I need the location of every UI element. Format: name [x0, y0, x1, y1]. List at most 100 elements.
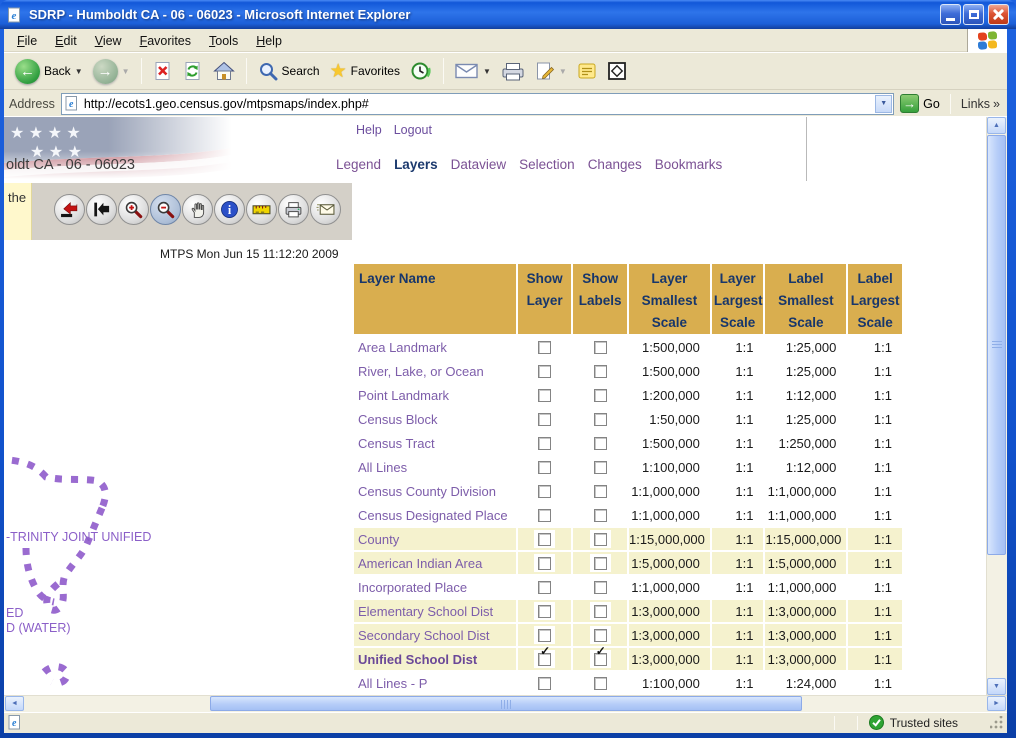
menu-item-view[interactable]: View: [86, 31, 131, 51]
tab-layers[interactable]: Layers: [394, 157, 438, 172]
show-labels-checkbox[interactable]: [594, 461, 607, 474]
show-layer-checkbox[interactable]: [538, 509, 551, 522]
show-layer-checkbox[interactable]: [538, 437, 551, 450]
discuss-button[interactable]: [574, 59, 600, 83]
checkbox-frame: [534, 482, 555, 500]
scroll-right-button[interactable]: ►: [987, 696, 1006, 711]
show-layer-checkbox[interactable]: [538, 389, 551, 402]
menu-item-file[interactable]: File: [8, 31, 46, 51]
vertical-scroll-thumb[interactable]: [987, 135, 1006, 555]
address-input[interactable]: e http://ecots1.geo.census.gov/mtpsmaps/…: [61, 93, 894, 115]
resize-grip[interactable]: [990, 716, 1003, 729]
tab-changes[interactable]: Changes: [588, 157, 642, 172]
show-layer-checkbox[interactable]: [538, 461, 551, 474]
initial-extent-button[interactable]: [54, 194, 85, 225]
show-labels-checkbox[interactable]: [594, 557, 607, 570]
print-icon: [501, 61, 525, 81]
address-url[interactable]: http://ecots1.geo.census.gov/mtpsmaps/in…: [84, 97, 871, 111]
show-layer-checkbox[interactable]: [538, 413, 551, 426]
measure-button[interactable]: [246, 194, 277, 225]
horizontal-scroll-thumb[interactable]: [210, 696, 802, 711]
menu-item-help[interactable]: Help: [247, 31, 291, 51]
refresh-button[interactable]: [180, 59, 206, 83]
links-button[interactable]: Links »: [961, 97, 1002, 111]
back-dropdown-icon[interactable]: ▼: [75, 67, 83, 76]
show-labels-checkbox[interactable]: [594, 653, 607, 666]
close-icon: [992, 8, 1005, 21]
favorites-button[interactable]: ★ Favorites: [327, 60, 403, 83]
show-layer-checkbox-cell: [518, 480, 572, 502]
minimize-button[interactable]: [940, 4, 961, 25]
back-button[interactable]: ← Back ▼: [12, 57, 86, 86]
show-layer-checkbox[interactable]: [538, 653, 551, 666]
table-row-all-lines-p: All Lines - P1:100,0001:11:24,0001:1: [354, 672, 902, 694]
logout-link[interactable]: Logout: [394, 123, 432, 137]
show-layer-checkbox[interactable]: [538, 557, 551, 570]
show-layer-checkbox[interactable]: [538, 365, 551, 378]
print-button[interactable]: [498, 59, 528, 83]
title-bar[interactable]: e SDRP - Humboldt CA - 06 - 06023 - Micr…: [0, 0, 1016, 29]
history-button[interactable]: [407, 59, 435, 83]
mail-button[interactable]: ▼: [452, 60, 494, 82]
close-button[interactable]: [988, 4, 1009, 25]
zoom-out-button[interactable]: [150, 194, 181, 225]
pan-button[interactable]: [182, 194, 213, 225]
menu-item-edit[interactable]: Edit: [46, 31, 86, 51]
home-button[interactable]: [210, 59, 238, 83]
menu-item-favorites[interactable]: Favorites: [131, 31, 200, 51]
show-labels-checkbox[interactable]: [594, 413, 607, 426]
scale-value-1: 1:1: [712, 360, 764, 382]
mail-dropdown-icon[interactable]: ▼: [483, 67, 491, 76]
tab-dataview[interactable]: Dataview: [451, 157, 507, 172]
forward-dropdown-icon[interactable]: ▼: [122, 67, 130, 76]
zoom-in-button[interactable]: [118, 194, 149, 225]
show-labels-checkbox[interactable]: [594, 677, 607, 690]
scroll-down-button[interactable]: ▼: [987, 678, 1006, 695]
scroll-left-button[interactable]: ◄: [5, 696, 24, 711]
forward-button[interactable]: → ▼: [90, 57, 133, 86]
stop-button[interactable]: [150, 59, 176, 83]
show-layer-checkbox[interactable]: [538, 605, 551, 618]
scale-value-2: 1:1,000,000: [765, 576, 846, 598]
show-labels-checkbox[interactable]: [594, 605, 607, 618]
show-labels-checkbox[interactable]: [594, 629, 607, 642]
show-layer-checkbox[interactable]: [538, 341, 551, 354]
messenger-button[interactable]: [604, 59, 630, 83]
horizontal-scrollbar[interactable]: ◄ ►: [4, 695, 1007, 712]
help-link[interactable]: Help: [356, 123, 382, 137]
show-labels-checkbox[interactable]: [594, 533, 607, 546]
show-labels-checkbox[interactable]: [594, 365, 607, 378]
email-map-button[interactable]: [310, 194, 341, 225]
search-button[interactable]: Search: [255, 59, 323, 83]
search-icon: [258, 61, 278, 81]
show-labels-checkbox[interactable]: [594, 485, 607, 498]
show-layer-checkbox[interactable]: [538, 677, 551, 690]
tab-selection[interactable]: Selection: [519, 157, 575, 172]
maximize-button[interactable]: [963, 4, 984, 25]
favorites-label: Favorites: [351, 64, 400, 78]
show-layer-checkbox[interactable]: [538, 629, 551, 642]
vertical-scrollbar[interactable]: ▲ ▼: [986, 117, 1007, 695]
show-layer-checkbox[interactable]: [538, 533, 551, 546]
map-canvas[interactable]: MTPS Mon Jun 15 11:12:20 2009 -TRINITY J…: [4, 240, 352, 695]
scroll-up-button[interactable]: ▲: [987, 117, 1006, 134]
scale-value-0: 1:100,000: [629, 672, 710, 694]
show-labels-checkbox[interactable]: [594, 389, 607, 402]
forward-icon: →: [93, 59, 118, 84]
show-labels-checkbox[interactable]: [594, 341, 607, 354]
menu-item-tools[interactable]: Tools: [200, 31, 247, 51]
identify-button[interactable]: i: [214, 194, 245, 225]
show-layer-checkbox[interactable]: [538, 485, 551, 498]
print-map-button[interactable]: [278, 194, 309, 225]
tab-legend[interactable]: Legend: [336, 157, 381, 172]
edit-button[interactable]: ▼: [532, 59, 570, 83]
edit-dropdown-icon[interactable]: ▼: [559, 67, 567, 76]
tab-bookmarks[interactable]: Bookmarks: [655, 157, 723, 172]
go-button[interactable]: → Go: [900, 94, 940, 113]
address-dropdown-button[interactable]: ▼: [875, 95, 892, 113]
show-labels-checkbox[interactable]: [594, 437, 607, 450]
show-layer-checkbox[interactable]: [538, 581, 551, 594]
show-labels-checkbox[interactable]: [594, 509, 607, 522]
previous-extent-button[interactable]: [86, 194, 117, 225]
show-labels-checkbox[interactable]: [594, 581, 607, 594]
